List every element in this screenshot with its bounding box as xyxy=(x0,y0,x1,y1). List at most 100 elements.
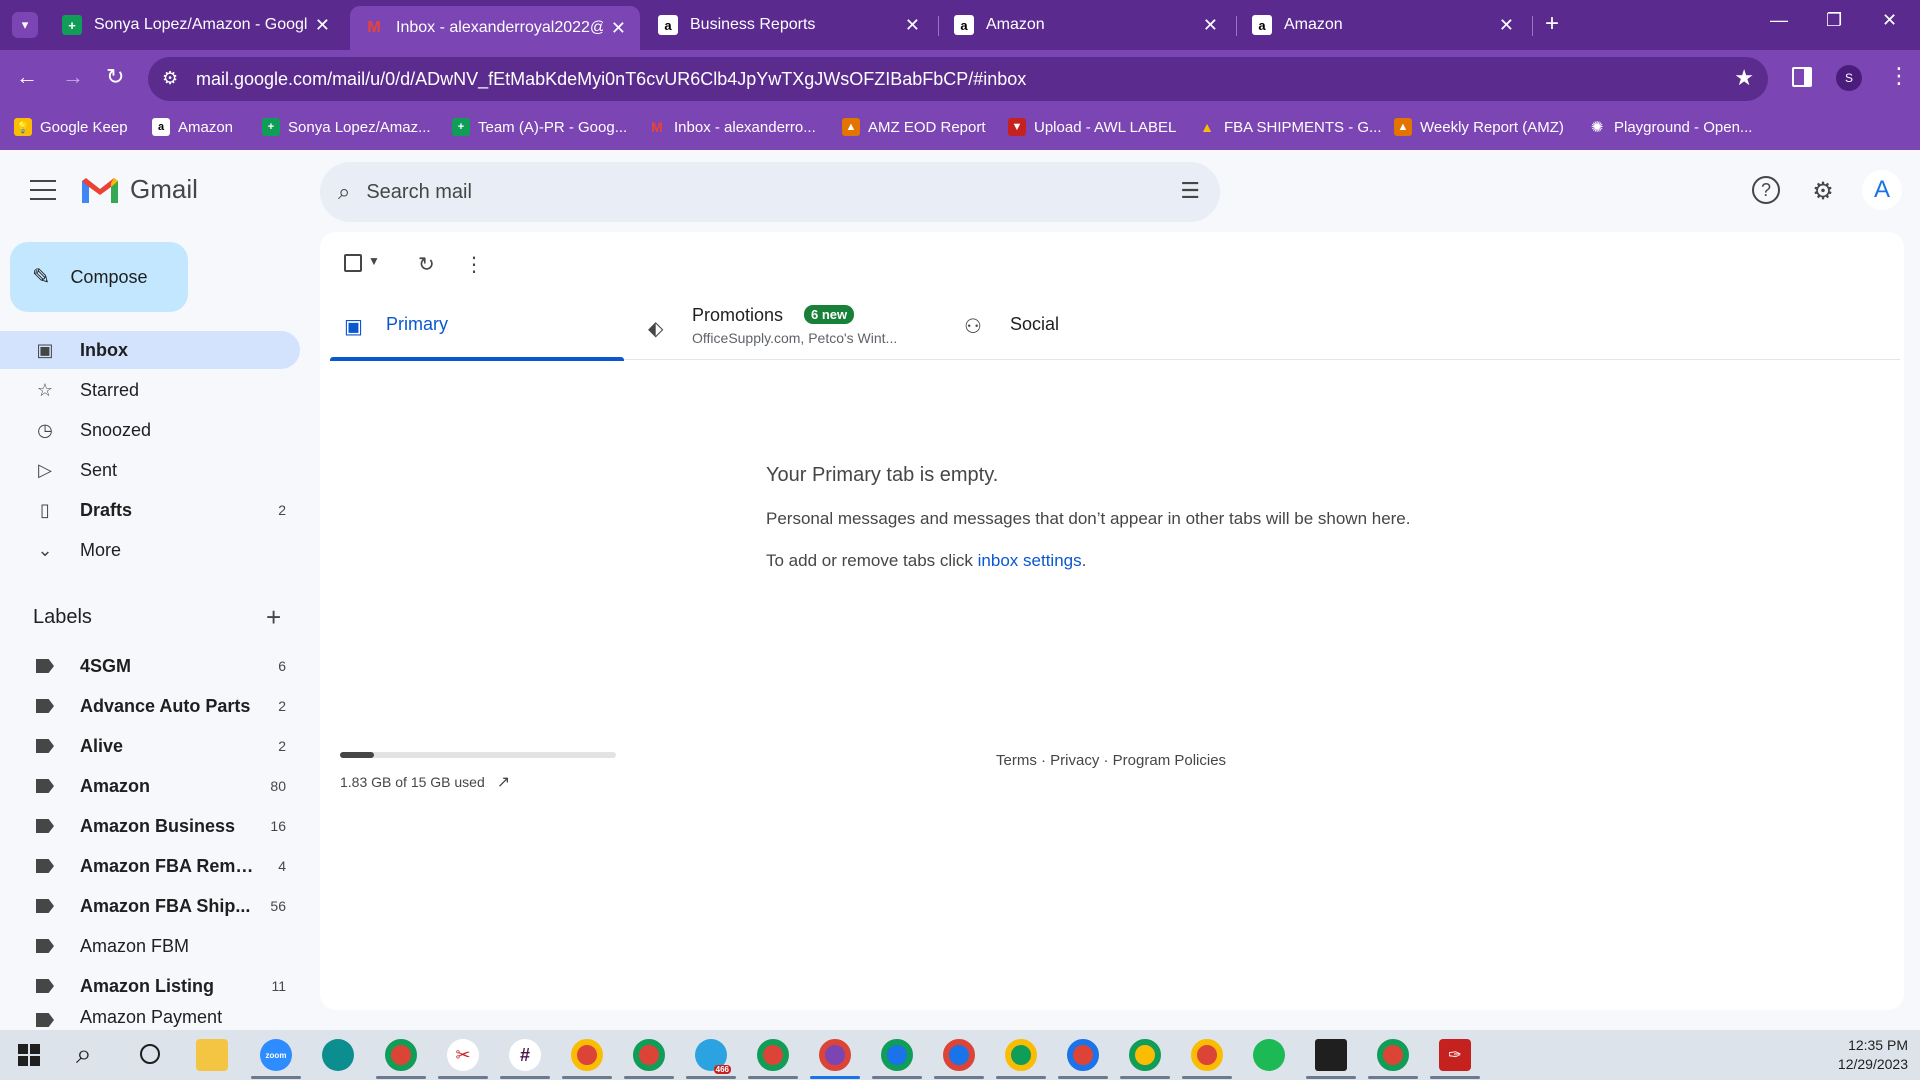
close-icon[interactable]: ✕ xyxy=(905,15,920,36)
task-view-icon[interactable] xyxy=(140,1044,160,1064)
window-close-icon[interactable]: ✕ xyxy=(1882,10,1897,31)
new-tab-button[interactable]: + xyxy=(1545,10,1559,38)
label-item[interactable]: Amazon FBA Ship... 56 xyxy=(0,887,300,925)
tab-primary[interactable]: ▣ Primary xyxy=(330,292,624,361)
label-item[interactable]: Alive 2 xyxy=(0,727,300,765)
chrome-icon[interactable] xyxy=(881,1039,913,1071)
more-options-icon[interactable]: ⋮ xyxy=(464,252,484,277)
browser-tab[interactable]: a Amazon ✕ xyxy=(940,6,1232,44)
bookmark-item[interactable]: + Sonya Lopez/Amaz... xyxy=(262,118,431,136)
restore-icon[interactable]: ❐ xyxy=(1826,10,1842,31)
sheets-plus-icon: + xyxy=(62,15,82,35)
forward-icon[interactable]: → xyxy=(62,64,84,90)
chrome-icon[interactable] xyxy=(1377,1039,1409,1071)
add-label-icon[interactable]: + xyxy=(266,602,281,633)
tab-search-button[interactable]: ▾ xyxy=(12,12,38,38)
label-item[interactable]: Amazon Listing 11 xyxy=(0,967,300,1005)
bookmark-star-icon[interactable]: ★ xyxy=(1734,65,1754,91)
close-icon[interactable]: ✕ xyxy=(1203,15,1218,36)
spotify-icon[interactable] xyxy=(1253,1039,1285,1071)
snipping-tool-icon[interactable]: ✂ xyxy=(447,1039,479,1071)
close-icon[interactable]: ✕ xyxy=(1499,15,1514,36)
browser-tab[interactable]: + Sonya Lopez/Amazon - Google ✕ xyxy=(48,6,344,44)
chrome-icon[interactable] xyxy=(633,1039,665,1071)
nav-item-inbox[interactable]: ▣ Inbox xyxy=(0,331,300,369)
refresh-icon[interactable]: ↻ xyxy=(418,252,435,277)
bookmark-item[interactable]: + Team (A)-PR - Goog... xyxy=(452,118,627,136)
tab-promotions[interactable]: ⬖ Promotions 6 new OfficeSupply.com, Pet… xyxy=(648,292,948,360)
site-info-icon[interactable]: ⚙ xyxy=(162,68,178,89)
file-explorer-icon[interactable] xyxy=(196,1039,228,1071)
bookmark-item[interactable]: ▲ AMZ EOD Report xyxy=(842,118,986,136)
chrome-icon[interactable] xyxy=(1191,1039,1223,1071)
chrome-icon[interactable] xyxy=(943,1039,975,1071)
select-all-checkbox[interactable] xyxy=(344,254,362,272)
bookmark-item[interactable]: M Inbox - alexanderro... xyxy=(648,118,816,136)
main-menu-icon[interactable] xyxy=(30,180,56,202)
bookmark-item[interactable]: ✺ Playground - Open... xyxy=(1588,118,1753,137)
settings-gear-icon[interactable]: ⚙ xyxy=(1808,176,1838,206)
label-item[interactable]: Amazon FBM xyxy=(0,927,300,965)
browser-menu-icon[interactable]: ⋮ xyxy=(1888,63,1910,89)
url-text[interactable]: mail.google.com/mail/u/0/d/ADwNV_fEtMabK… xyxy=(196,69,1026,90)
inbox-settings-link[interactable]: inbox settings xyxy=(978,551,1082,570)
chrome-icon-active[interactable] xyxy=(819,1039,851,1071)
help-icon[interactable]: ? xyxy=(1752,176,1780,204)
search-input[interactable]: Search mail xyxy=(366,181,472,204)
chrome-icon[interactable] xyxy=(1129,1039,1161,1071)
inbox-icon: ▣ xyxy=(36,339,54,360)
acrobat-icon[interactable]: ✑ xyxy=(1439,1039,1471,1071)
label-item[interactable]: 4SGM 6 xyxy=(0,647,300,685)
search-bar[interactable]: ⌕ Search mail ☰ xyxy=(320,162,1220,222)
close-icon[interactable]: ✕ xyxy=(611,18,626,39)
windows-start-icon[interactable] xyxy=(18,1044,40,1066)
label-item[interactable]: Amazon FBA Remo... 4 xyxy=(0,847,300,885)
bookmark-item[interactable]: 💡 Google Keep xyxy=(14,118,128,136)
gmail-logo[interactable]: Gmail xyxy=(80,174,198,205)
bookmark-item[interactable]: ▲ FBA SHIPMENTS - G... xyxy=(1198,118,1381,136)
chrome-icon[interactable] xyxy=(571,1039,603,1071)
minimize-icon[interactable]: — xyxy=(1770,10,1788,31)
account-avatar[interactable]: A xyxy=(1862,170,1902,210)
slack-icon[interactable]: # xyxy=(509,1039,541,1071)
compose-button[interactable]: ✎ Compose xyxy=(10,242,188,312)
nav-item-drafts[interactable]: ▯ Drafts 2 xyxy=(0,491,300,529)
label-item[interactable]: Advance Auto Parts 2 xyxy=(0,687,300,725)
profile-avatar[interactable]: S xyxy=(1836,65,1862,91)
tab-social[interactable]: ⚇ Social xyxy=(964,292,1164,360)
sticky-notes-icon[interactable] xyxy=(1315,1039,1347,1071)
chrome-icon[interactable] xyxy=(1067,1039,1099,1071)
browser-tab[interactable]: a Business Reports ✕ xyxy=(644,6,934,44)
footer-links[interactable]: Terms · Privacy · Program Policies xyxy=(996,752,1226,769)
reload-icon[interactable]: ↻ xyxy=(106,64,124,90)
zoom-icon[interactable]: zoom xyxy=(260,1039,292,1071)
taskbar-search-icon[interactable]: ⌕ xyxy=(76,1038,92,1071)
open-external-icon[interactable]: ↗ xyxy=(497,772,510,792)
address-bar[interactable]: ⚙ mail.google.com/mail/u/0/d/ADwNV_fEtMa… xyxy=(148,57,1768,101)
bookmark-item[interactable]: a Amazon xyxy=(152,118,233,136)
chrome-icon[interactable] xyxy=(757,1039,789,1071)
label-item[interactable]: Amazon 80 xyxy=(0,767,300,805)
search-options-icon[interactable]: ☰ xyxy=(1180,178,1200,204)
browser-tab[interactable]: a Amazon ✕ xyxy=(1238,6,1528,44)
system-clock[interactable]: 12:35 PM 12/29/2023 xyxy=(1838,1036,1908,1074)
chrome-icon[interactable] xyxy=(1005,1039,1037,1071)
search-icon[interactable]: ⌕ xyxy=(338,179,350,205)
nav-item-more[interactable]: ⌄ More xyxy=(0,531,300,569)
telegram-icon[interactable]: 466 xyxy=(695,1039,731,1074)
back-icon[interactable]: ← xyxy=(16,64,38,90)
label-item[interactable]: Amazon Business 16 xyxy=(0,807,300,845)
edge-icon[interactable] xyxy=(322,1039,354,1071)
bookmark-item[interactable]: ▼ Upload - AWL LABEL xyxy=(1008,118,1176,136)
chrome-icon[interactable] xyxy=(385,1039,417,1071)
bookmark-item[interactable]: ▲ Weekly Report (AMZ) xyxy=(1394,118,1564,136)
label-item[interactable]: Amazon Payment xyxy=(0,1007,300,1030)
nav-item-starred[interactable]: ☆ Starred xyxy=(0,371,300,409)
nav-item-snoozed[interactable]: ◷ Snoozed xyxy=(0,411,300,449)
select-dropdown-icon[interactable]: ▼ xyxy=(368,254,380,268)
side-panel-icon[interactable] xyxy=(1792,67,1812,87)
nav-item-sent[interactable]: ▷ Sent xyxy=(0,451,300,489)
close-icon[interactable]: ✕ xyxy=(315,15,330,36)
people-icon: ⚇ xyxy=(964,316,982,338)
browser-tab-active[interactable]: M Inbox - alexanderroyal2022@gm ✕ xyxy=(350,6,640,50)
